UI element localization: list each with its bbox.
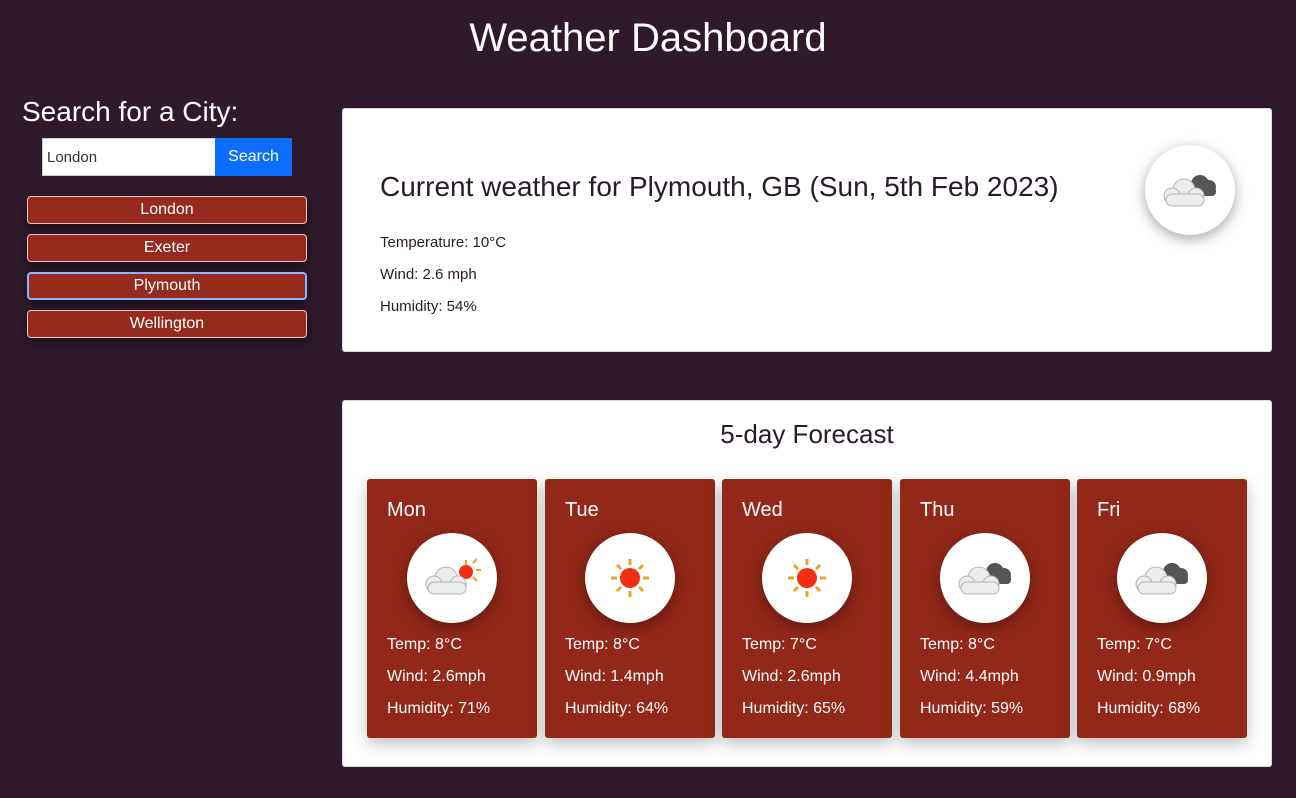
cloudy-icon <box>1145 145 1235 235</box>
forecast-wind: Wind: 0.9mph <box>1097 668 1196 685</box>
forecast-day-card: Fri Temp: 7°C Wind: 0.9mph Humidity: 68% <box>1077 479 1247 738</box>
forecast-humidity: Humidity: 68% <box>1097 700 1201 717</box>
current-weather-card: Current weather for Plymouth, GB (Sun, 5… <box>342 108 1272 352</box>
forecast-day-card: Tue Temp: 8°C Wind: 1.4mph Humidity: 64% <box>545 479 715 738</box>
search-button[interactable]: Search <box>215 138 292 176</box>
forecast-day-name: Fri <box>1097 499 1121 521</box>
forecast-wind: Wind: 2.6mph <box>742 668 841 685</box>
cloudy-icon <box>1117 533 1207 623</box>
forecast-wind: Wind: 4.4mph <box>920 668 1019 685</box>
history-button-exeter[interactable]: Exeter <box>27 234 307 262</box>
forecast-temp: Temp: 8°C <box>565 636 640 653</box>
forecast-wind: Wind: 1.4mph <box>565 668 664 685</box>
search-form: Search <box>42 138 292 176</box>
current-weather-title: Current weather for Plymouth, GB (Sun, 5… <box>380 171 1059 202</box>
forecast-wind: Wind: 2.6mph <box>387 668 486 685</box>
partly-cloudy-sun-icon <box>407 533 497 623</box>
forecast-day-name: Tue <box>565 499 599 521</box>
sun-icon <box>762 533 852 623</box>
search-heading: Search for a City: <box>22 96 239 127</box>
forecast-humidity: Humidity: 64% <box>565 700 669 717</box>
history-button-london[interactable]: London <box>27 196 307 224</box>
forecast-day-card: Mon Temp: 8°C Wind: 2.6mph Humidity: 71% <box>367 479 537 738</box>
current-humidity: Humidity: 54% <box>380 298 477 315</box>
history-button-wellington[interactable]: Wellington <box>27 310 307 338</box>
forecast-temp: Temp: 7°C <box>1097 636 1172 653</box>
sidebar: Search for a City: Search London Exeter … <box>22 96 312 348</box>
current-wind: Wind: 2.6 mph <box>380 266 477 283</box>
forecast-temp: Temp: 8°C <box>387 636 462 653</box>
forecast-day-name: Wed <box>742 499 783 521</box>
sun-icon <box>585 533 675 623</box>
forecast-humidity: Humidity: 65% <box>742 700 846 717</box>
search-input[interactable] <box>42 138 215 176</box>
forecast-day-card: Thu Temp: 8°C Wind: 4.4mph Humidity: 59% <box>900 479 1070 738</box>
forecast-temp: Temp: 7°C <box>742 636 817 653</box>
page-title: Weather Dashboard <box>469 16 827 60</box>
forecast-day-name: Mon <box>387 499 426 521</box>
cloudy-icon <box>940 533 1030 623</box>
search-history: London Exeter Plymouth Wellington <box>27 196 307 338</box>
forecast-card: 5-day Forecast Mon Temp: 8°C Wind: 2.6mp… <box>342 400 1272 767</box>
forecast-humidity: Humidity: 59% <box>920 700 1024 717</box>
forecast-day-card: Wed Temp: 7°C Wind: 2.6mph Humidity: 65% <box>722 479 892 738</box>
forecast-temp: Temp: 8°C <box>920 636 995 653</box>
forecast-title: 5-day Forecast <box>720 419 894 449</box>
forecast-humidity: Humidity: 71% <box>387 700 491 717</box>
forecast-day-name: Thu <box>920 499 955 521</box>
history-button-plymouth[interactable]: Plymouth <box>27 272 307 300</box>
current-temperature: Temperature: 10°C <box>380 234 507 251</box>
